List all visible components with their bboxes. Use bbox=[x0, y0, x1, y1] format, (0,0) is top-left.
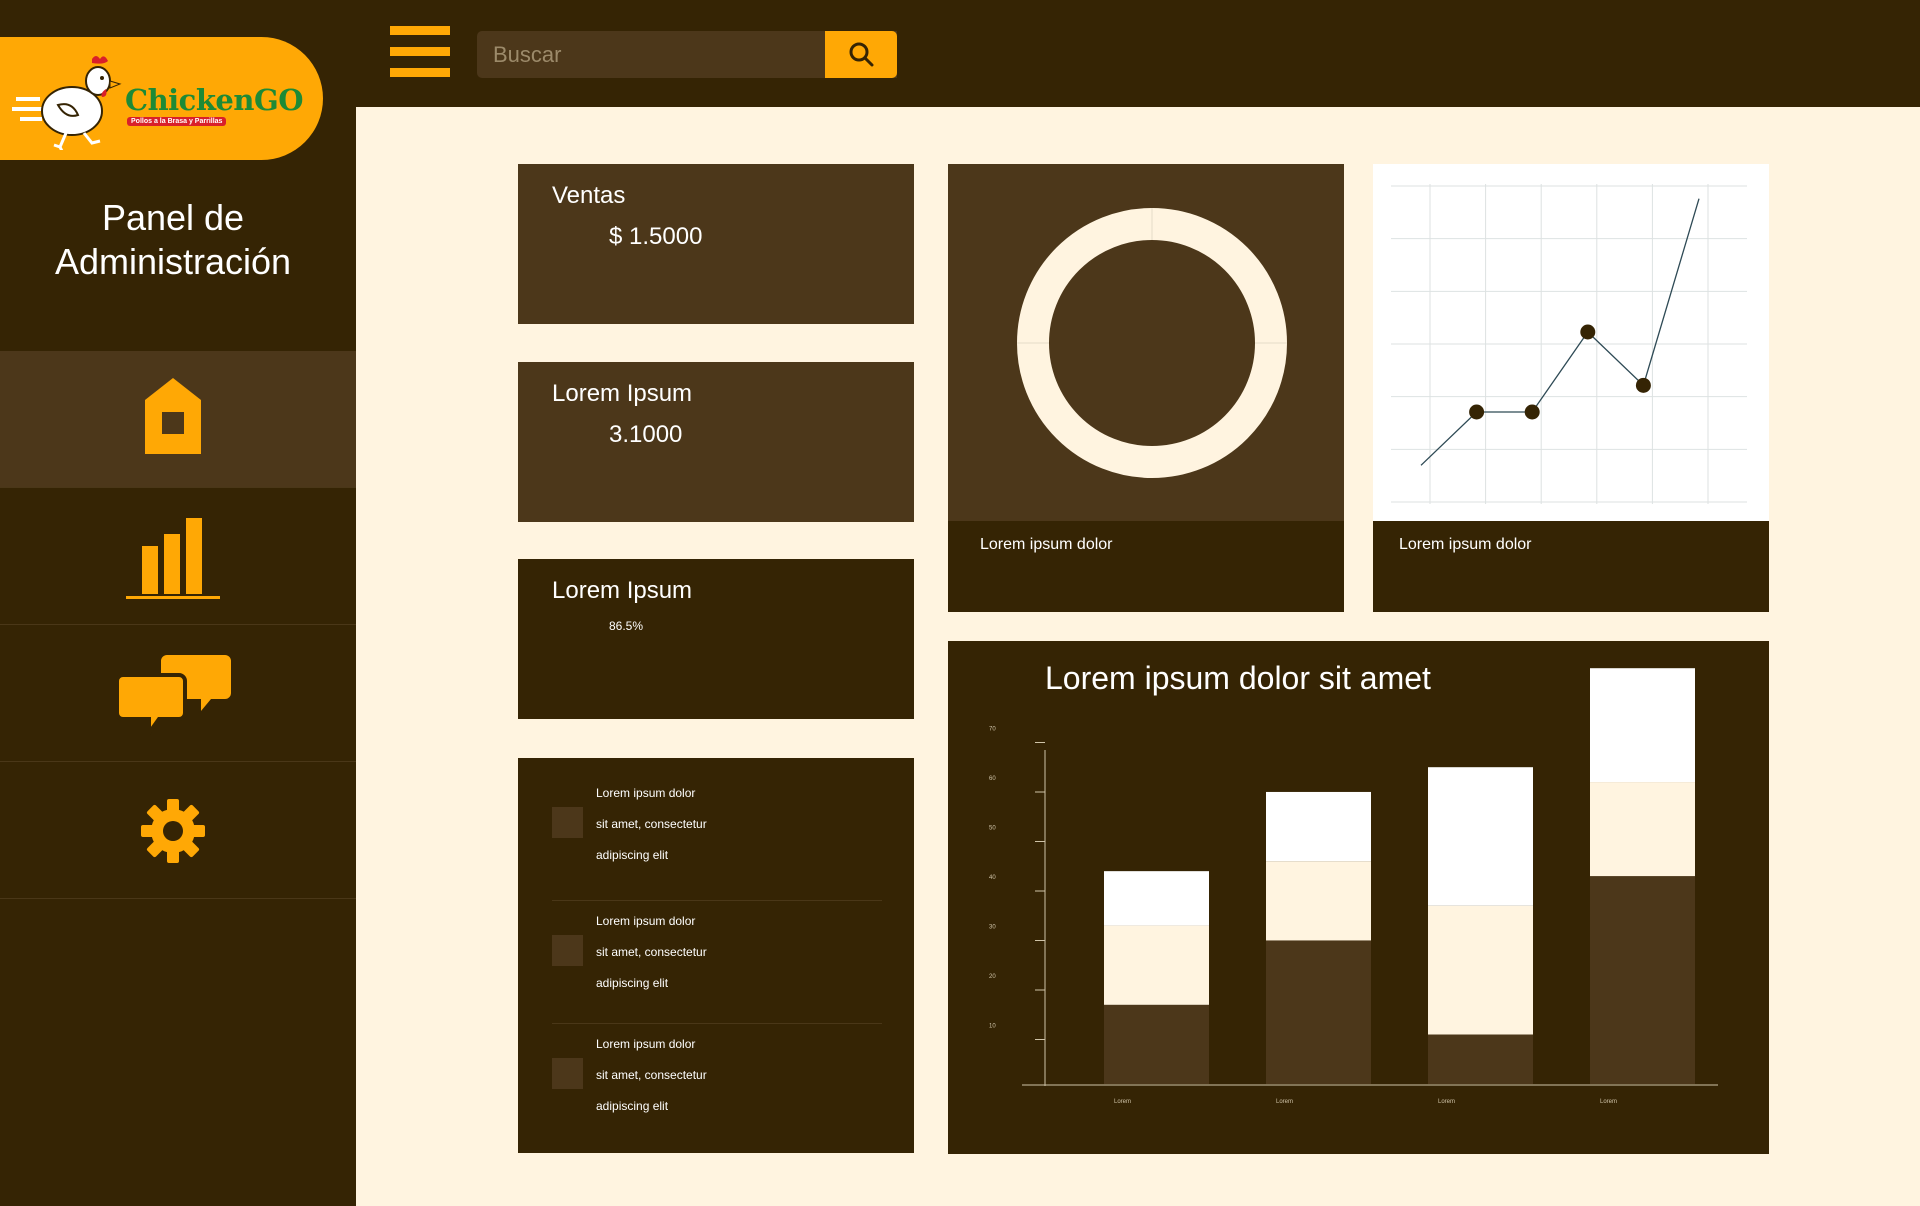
bar-segment bbox=[1266, 861, 1371, 941]
stat-value: 86.5% bbox=[609, 619, 644, 633]
brand-name: ChickenGO bbox=[125, 83, 304, 117]
sidebar-item-settings[interactable] bbox=[0, 762, 356, 899]
list-item-thumb bbox=[552, 807, 583, 838]
list-item-line: sit amet, consectetur bbox=[596, 817, 707, 831]
menu-icon[interactable] bbox=[390, 26, 450, 78]
home-icon bbox=[145, 378, 201, 454]
bar-segment bbox=[1266, 940, 1371, 1084]
panel-title: Panel de Administración bbox=[0, 196, 346, 284]
stat-card-3: Lorem Ipsum 86.5% bbox=[518, 559, 914, 719]
list-item-line: sit amet, consectetur bbox=[596, 1068, 707, 1082]
y-tick-label: 40 bbox=[989, 875, 996, 881]
list-item-thumb bbox=[552, 935, 583, 966]
donut-chart bbox=[948, 164, 1344, 521]
line-caption: Lorem ipsum dolor bbox=[1399, 536, 1532, 553]
stat-label: Lorem Ipsum bbox=[552, 380, 693, 407]
line-chart-card: Lorem ipsum dolor bbox=[1373, 164, 1769, 612]
search-button[interactable] bbox=[825, 31, 897, 78]
list-item-line: Lorem ipsum dolor bbox=[596, 914, 696, 928]
y-tick-label: 20 bbox=[989, 974, 996, 980]
bar-segment bbox=[1104, 1004, 1209, 1084]
bar-segment bbox=[1428, 905, 1533, 1035]
line-point bbox=[1580, 324, 1596, 340]
chicken-logo-icon bbox=[12, 56, 122, 150]
y-tick-label: 50 bbox=[989, 826, 996, 832]
x-tick-label: Lorem bbox=[1600, 1099, 1617, 1105]
list-divider bbox=[552, 900, 882, 901]
bar-segment bbox=[1590, 876, 1695, 1084]
y-tick-label: 10 bbox=[989, 1024, 996, 1030]
line-point bbox=[1469, 404, 1485, 420]
line-point bbox=[1635, 377, 1651, 393]
panel-title-line2: Administración bbox=[54, 241, 292, 282]
panel-title-line1: Panel de bbox=[101, 197, 245, 238]
bar-segment bbox=[1428, 767, 1533, 906]
stat-card-2: Lorem Ipsum 3.1000 bbox=[518, 362, 914, 522]
sidebar: ChickenGO Pollos a la Brasa y Parrillas … bbox=[0, 0, 356, 1206]
donut-caption: Lorem ipsum dolor bbox=[980, 536, 1113, 553]
bar-segment bbox=[1590, 668, 1695, 783]
list-item-line: Lorem ipsum dolor bbox=[596, 786, 696, 800]
bar-chart-icon bbox=[126, 518, 220, 599]
y-tick-label: 30 bbox=[989, 925, 996, 931]
list-item-line: Lorem ipsum dolor bbox=[596, 1037, 696, 1051]
gear-icon bbox=[141, 799, 205, 863]
bar-chart: 10 20 30 40 50 60 70 Lorem Lorem Lorem Lorem bbox=[989, 668, 1718, 1105]
chat-icon bbox=[117, 655, 231, 735]
bar-segment bbox=[1590, 782, 1695, 877]
bar-segment bbox=[1104, 871, 1209, 926]
y-tick-label: 60 bbox=[989, 776, 996, 782]
stat-value: $ 1.5000 bbox=[609, 223, 703, 250]
list-divider bbox=[552, 1023, 882, 1024]
list-item-line: sit amet, consectetur bbox=[596, 945, 707, 959]
list-item-line: adipiscing elit bbox=[596, 848, 669, 862]
list-item-thumb bbox=[552, 1058, 583, 1089]
donut-card: Lorem ipsum dolor bbox=[948, 164, 1344, 612]
search-icon bbox=[849, 42, 874, 67]
stat-label: Ventas bbox=[552, 182, 626, 209]
sidebar-item-home[interactable] bbox=[0, 351, 356, 488]
brand-tagline: Pollos a la Brasa y Parrillas bbox=[127, 117, 227, 126]
bar-segment bbox=[1266, 791, 1371, 862]
x-tick-label: Lorem bbox=[1114, 1099, 1131, 1105]
line-chart bbox=[1373, 164, 1769, 521]
y-tick-label: 70 bbox=[989, 727, 996, 733]
stat-card-sales: Ventas $ 1.5000 bbox=[518, 164, 914, 324]
sidebar-item-messages[interactable] bbox=[0, 625, 356, 762]
x-tick-label: Lorem bbox=[1276, 1099, 1293, 1105]
brand-logo[interactable]: ChickenGO Pollos a la Brasa y Parrillas bbox=[0, 37, 323, 160]
bar-segment bbox=[1428, 1034, 1533, 1084]
list-item-line: adipiscing elit bbox=[596, 976, 669, 990]
list-card: Lorem ipsum dolor sit amet, consectetur … bbox=[518, 758, 914, 1153]
stat-value: 3.1000 bbox=[609, 421, 683, 448]
bar-segment bbox=[1104, 925, 1209, 1005]
sidebar-item-stats[interactable] bbox=[0, 488, 356, 625]
list-item-line: adipiscing elit bbox=[596, 1099, 669, 1113]
x-tick-label: Lorem bbox=[1438, 1099, 1455, 1105]
line-point bbox=[1524, 404, 1540, 420]
stat-label: Lorem Ipsum bbox=[552, 577, 693, 604]
